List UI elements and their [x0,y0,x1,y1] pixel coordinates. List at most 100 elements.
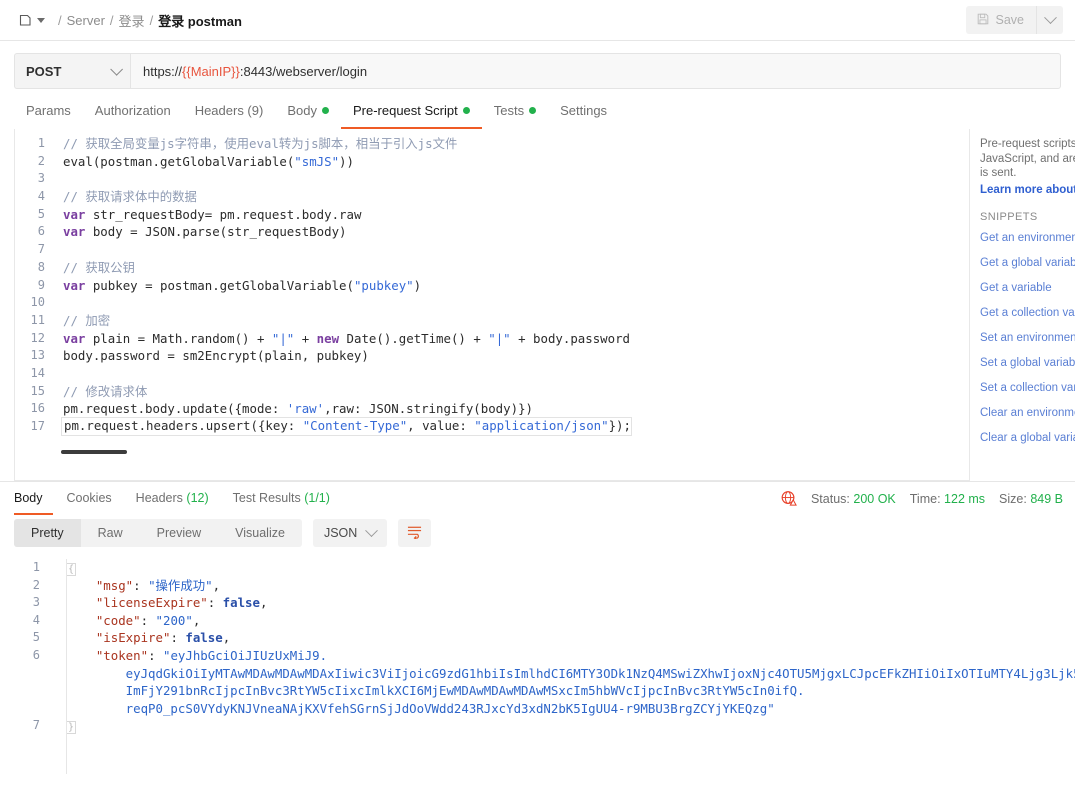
caret-down-icon[interactable] [37,17,45,23]
script-line: 6 var body = JSON.parse(str_requestBody) [15,223,969,241]
response-language-value: JSON [323,526,358,540]
snippet-item[interactable]: Clear a global variab [980,432,1075,444]
snippet-item[interactable]: Get a collection vari [980,307,1075,319]
tab-tests-status-dot [529,107,537,114]
script-line-text [59,365,63,383]
format-tab-pretty-label: Pretty [31,526,64,540]
response-line: 2 "msg": "操作成功", [0,577,1075,595]
snippet-item[interactable]: Set an environment [980,332,1075,344]
postman-app-window: / Server / 登录 / 登录 postman Save POST htt… [0,0,1075,790]
response-line-text: "token": "eyJhbGciOiJIUzUxMiJ9. [95,647,328,663]
script-line-text: var str_requestBody= pm.request.body.raw [63,206,362,222]
script-line: 5 var str_requestBody= pm.request.body.ra… [15,206,969,224]
response-line-number [0,700,56,718]
save-button-label: Save [995,13,1025,27]
tab-authorization[interactable]: Authorization [83,99,183,129]
response-line-number: 2 [32,577,40,592]
snippet-item[interactable]: Get a variable [980,282,1075,294]
tab-tests[interactable]: Tests [482,99,548,129]
editor-horizontal-scrollbar[interactable] [61,450,127,454]
script-line-number: 2 [37,153,45,168]
tab-params[interactable]: Params [14,99,83,129]
response-line-text: eyJqdGkiOiIyMTAwMDAwMDAwMDAxIiwic3ViIjoi… [66,665,1075,681]
response-line: reqP0_pcS0VYdyKNJVneaNAjKXVfehSGrnSjJdOo… [0,700,1075,718]
tab-headers[interactable]: Headers (9) [183,99,276,129]
response-body-viewer[interactable]: 1{2 "msg": "操作成功", 3 "licenseExpire": fal… [0,553,1075,790]
tab-settings-label: Settings [560,103,608,118]
request-tabs: Params Authorization Headers (9) Body Pr… [0,89,1075,129]
wrap-text-button[interactable] [398,519,432,547]
response-line-number: 6 [32,647,40,662]
response-tab-headers[interactable]: Headers (12) [134,491,219,515]
response-tabs-row: Body Cookies Headers (12) Test Results (… [0,482,1075,515]
tab-pre-request-script[interactable]: Pre-request Script [340,99,482,129]
response-line-text: "licenseExpire": false, [95,595,268,611]
chevron-down-icon [365,523,379,537]
size-meta: Size: 849 B [999,492,1063,506]
snippets-description-line-0: Pre-request scripts [980,138,1075,150]
script-code-editor[interactable]: 1 // 获取全局变量js字符串，使用eval转为js脚本，相当于引入js文件 2 e… [14,129,970,481]
script-line-text: eval(postman.getGlobalVariable("smJS")) [63,153,354,169]
script-line-number: 14 [30,365,45,380]
script-line: 2 eval(postman.getGlobalVariable("smJS")) [15,153,969,171]
json-fold-marker[interactable]: { [66,563,77,576]
tab-settings[interactable]: Settings [548,99,619,129]
save-button[interactable]: Save [965,6,1036,34]
tab-pre-request-script-label: Pre-request Script [352,103,458,118]
format-tab-preview[interactable]: Preview [140,519,218,547]
script-line-text: var plain = Math.random() + "|" + new Da… [63,330,631,346]
script-line: 9 var pubkey = postman.getGlobalVariable(… [15,277,969,295]
script-line-number: 11 [30,312,45,327]
script-line-number: 5 [37,206,45,221]
response-tab-body[interactable]: Body [14,491,53,515]
breadcrumb-item-server[interactable]: Server [67,13,105,28]
response-format-row: Pretty Raw Preview Visualize JSON [0,515,1075,553]
format-tab-visualize-label: Visualize [235,526,285,540]
response-gutter-divider [66,559,67,774]
format-tab-pretty[interactable]: Pretty [14,519,81,547]
tab-body[interactable]: Body [275,99,341,129]
response-line: 1{ [0,559,1075,577]
response-line: eyJqdGkiOiIyMTAwMDAwMDAwMDAxIiwic3ViIjoi… [0,665,1075,683]
size-value: 849 B [1030,491,1063,506]
snippet-item[interactable]: Get a global variable [980,257,1075,269]
breadcrumb-item-folder[interactable]: 登录 [119,11,145,30]
script-line-text [59,170,63,188]
url-variable-token: {{MainIP}} [182,63,240,79]
response-line-text: "code": "200", [95,612,201,628]
script-line-text: var body = JSON.parse(str_requestBody) [63,224,347,240]
snippet-item[interactable]: Set a global variable [980,357,1075,369]
json-fold-marker[interactable]: } [66,721,77,735]
snippet-item[interactable]: Set a collection vari [980,382,1075,394]
response-language-select[interactable]: JSON [312,519,388,547]
time-value: 122 ms [944,491,986,506]
response-tab-cookies[interactable]: Cookies [65,491,122,515]
http-method-select[interactable]: POST [14,53,130,89]
script-line: 16 pm.request.body.update({mode: 'raw',ra… [15,400,969,418]
snippet-item[interactable]: Get an environment [980,232,1075,244]
response-tab-test-results[interactable]: Test Results (1/1) [231,491,340,515]
response-pane: Body Cookies Headers (12) Test Results (… [0,481,1075,790]
response-line-number: 3 [32,595,40,610]
response-tabs: Body Cookies Headers (12) Test Results (… [14,482,352,515]
chevron-down-icon [1043,10,1057,24]
snippet-item[interactable]: Clear an environmer [980,407,1075,419]
status-value: 200 OK [853,491,896,506]
response-line-number [0,665,56,683]
response-line-number: 4 [32,612,40,627]
script-line-number: 10 [30,295,45,310]
script-line-text: // 修改请求体 [63,383,148,399]
url-suffix: :8443/webserver/login [239,63,368,79]
snippets-list: Get an environment Get a global variable G… [980,232,1075,444]
format-tab-raw[interactable]: Raw [81,519,140,547]
script-line-number: 8 [37,259,45,274]
request-url-input[interactable]: https://{{MainIP}}:8443/webserver/login [130,53,1061,89]
time-label: Time: [909,491,941,506]
format-tab-visualize[interactable]: Visualize [218,519,302,547]
response-line-number [0,682,56,700]
save-options-button[interactable] [1036,6,1063,34]
learn-more-link[interactable]: Learn more about p [980,184,1075,196]
script-line: 15 // 修改请求体 [15,383,969,401]
response-tab-body-label: Body [14,491,43,505]
snippets-description-line-1: JavaScript, and are [980,152,1075,165]
